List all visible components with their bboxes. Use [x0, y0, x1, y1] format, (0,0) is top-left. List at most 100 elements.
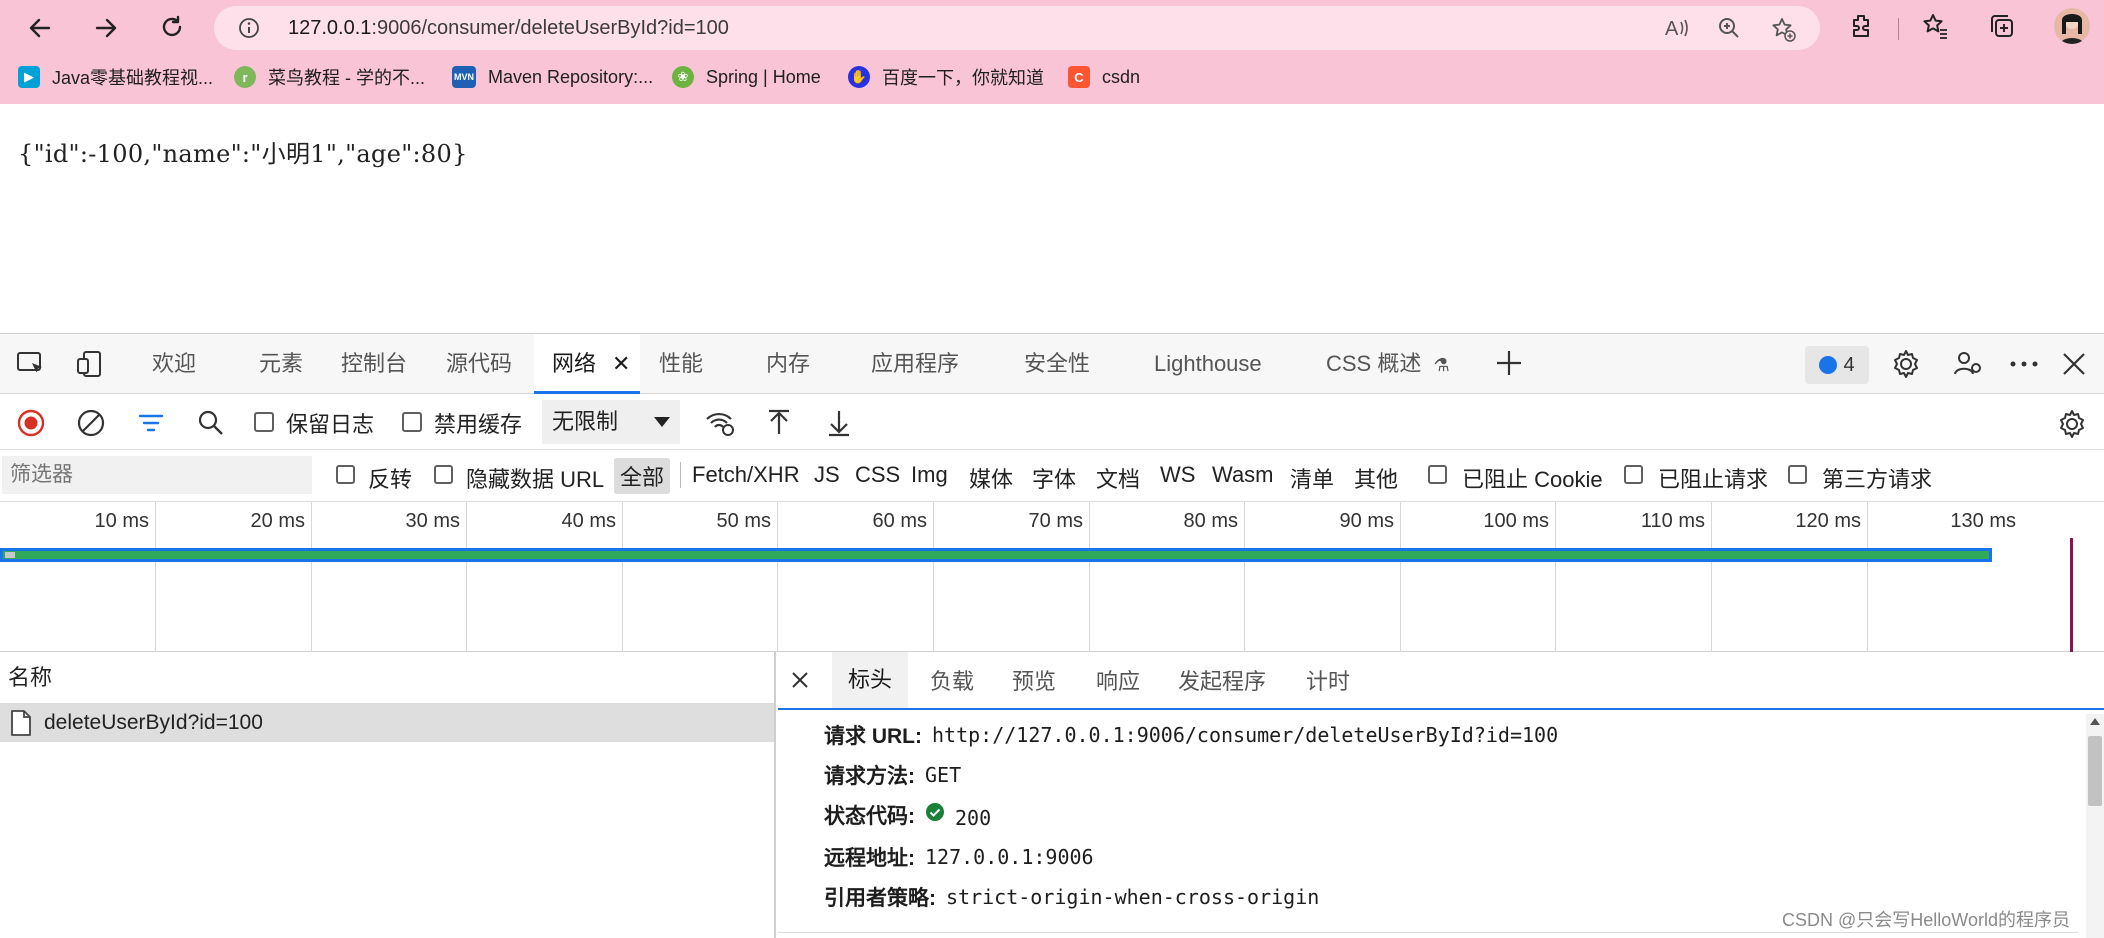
tab-css-overview-label: CSS 概述 [1326, 351, 1422, 376]
more-options-icon[interactable] [2008, 354, 2040, 374]
type-filter-fetch-xhr[interactable]: Fetch/XHR [692, 462, 800, 488]
type-filter-all[interactable]: 全部 [614, 458, 671, 494]
hide-data-url-checkbox[interactable] [434, 465, 453, 484]
type-filter-media[interactable]: 媒体 [969, 462, 1013, 494]
third-party-label: 第三方请求 [1822, 467, 1933, 492]
favorites-icon[interactable] [1921, 12, 1949, 40]
details-scrollbar[interactable] [2086, 714, 2104, 938]
tab-memory[interactable]: 内存 [766, 334, 810, 394]
tab-lighthouse[interactable]: Lighthouse [1154, 334, 1262, 394]
type-filter-wasm[interactable]: Wasm [1212, 462, 1274, 488]
preserve-log-checkbox[interactable] [254, 412, 274, 432]
bookmark-java[interactable]: ▶ Java零基础教程视... [18, 60, 213, 94]
timeline-gridline [1711, 502, 1712, 652]
filter-icon[interactable] [136, 408, 166, 438]
network-overview-timeline[interactable]: 10 ms 20 ms 30 ms 40 ms 50 ms 60 ms 70 ms 80 ms… [0, 502, 2104, 652]
bookmark-baidu[interactable]: ✋ 百度一下，你就知道 [848, 60, 1044, 94]
timeline-tick-label: 100 ms [1483, 510, 1549, 532]
header-key: 远程地址: [824, 847, 915, 870]
header-key: 状态代码: [824, 805, 915, 828]
record-stop-icon[interactable] [16, 408, 46, 438]
back-button[interactable] [18, 6, 62, 50]
issues-badge[interactable]: 4 [1805, 346, 1869, 384]
timeline-tick-label: 120 ms [1795, 510, 1861, 532]
network-settings-gear-icon[interactable] [2056, 408, 2088, 440]
tab-preview[interactable]: 预览 [1012, 664, 1056, 696]
tab-network[interactable]: 网络 ✕ [534, 334, 640, 394]
name-column-header[interactable]: 名称 [0, 652, 774, 704]
info-icon[interactable] [238, 17, 260, 39]
blocked-requests-checkbox[interactable] [1624, 465, 1643, 484]
tab-performance[interactable]: 性能 [659, 334, 703, 394]
blocked-cookies-checkbox[interactable] [1428, 465, 1447, 484]
url-path: :9006/consumer/deleteUserById?id=100 [371, 17, 729, 39]
address-bar[interactable]: 127.0.0.1:9006/consumer/deleteUserById?i… [214, 6, 1820, 50]
header-referrer-policy: 引用者策略: strict-origin-when-cross-origin [824, 882, 1319, 912]
forward-button[interactable] [84, 6, 128, 50]
close-details-icon[interactable] [790, 670, 810, 690]
settings-gear-icon[interactable] [1890, 348, 1922, 380]
runoob-icon: r [234, 66, 256, 88]
search-icon[interactable] [196, 408, 226, 438]
type-filter-other[interactable]: 其他 [1354, 462, 1398, 494]
header-key: 引用者策略: [824, 887, 936, 910]
type-filter-img[interactable]: Img [911, 462, 948, 488]
timeline-tick-label: 10 ms [94, 510, 149, 532]
header-value: http://127.0.0.1:9006/consumer/deleteUse… [932, 723, 1559, 747]
request-row[interactable]: deleteUserById?id=100 [0, 704, 774, 742]
tab-headers[interactable]: 标头 [832, 652, 909, 708]
collections-icon[interactable] [1988, 12, 2016, 40]
inspect-element-icon[interactable] [16, 350, 46, 378]
close-devtools-icon[interactable] [2060, 350, 2088, 378]
tab-application[interactable]: 应用程序 [871, 334, 959, 394]
timeline-tick-label: 30 ms [405, 510, 460, 532]
device-emulation-icon[interactable] [76, 350, 106, 378]
type-filter-doc[interactable]: 文档 [1096, 462, 1140, 494]
throttling-select[interactable]: 无限制 [542, 400, 680, 444]
bookmark-csdn[interactable]: C csdn [1068, 60, 1140, 94]
third-party-checkbox[interactable] [1788, 465, 1807, 484]
filter-input[interactable] [2, 456, 312, 494]
csdn-icon: C [1068, 66, 1090, 88]
disable-cache-checkbox[interactable] [402, 412, 422, 432]
scroll-up-icon[interactable] [2090, 718, 2100, 725]
close-tab-icon[interactable]: ✕ [612, 334, 630, 394]
read-aloud-icon[interactable]: A [1664, 16, 1690, 40]
tab-css-overview[interactable]: CSS 概述 ⚗ [1326, 334, 1450, 394]
type-filter-ws[interactable]: WS [1160, 462, 1195, 488]
zoom-icon[interactable] [1717, 16, 1741, 40]
bookmark-spring[interactable]: ❀ Spring | Home [672, 60, 821, 94]
export-har-icon[interactable] [824, 408, 854, 438]
tab-elements[interactable]: 元素 [259, 334, 303, 394]
bookmark-maven[interactable]: MVN Maven Repository:... [452, 60, 653, 94]
type-filter-manifest[interactable]: 清单 [1290, 462, 1334, 494]
clear-icon[interactable] [76, 408, 106, 438]
type-filter-font[interactable]: 字体 [1032, 462, 1076, 494]
tab-security[interactable]: 安全性 [1024, 334, 1090, 394]
import-har-icon[interactable] [764, 408, 794, 438]
type-filter-js[interactable]: JS [814, 462, 840, 488]
add-tab-icon[interactable] [1494, 348, 1524, 378]
invert-checkbox[interactable] [336, 465, 355, 484]
tab-timing[interactable]: 计时 [1306, 664, 1350, 696]
refresh-button[interactable] [150, 6, 194, 50]
header-request-url: 请求 URL: http://127.0.0.1:9006/consumer/d… [824, 720, 1558, 750]
customize-profile-icon[interactable] [1952, 348, 1984, 380]
tab-welcome[interactable]: 欢迎 [152, 334, 196, 394]
tab-sources[interactable]: 源代码 [446, 334, 512, 394]
tab-response[interactable]: 响应 [1096, 664, 1140, 696]
network-conditions-icon[interactable] [704, 408, 736, 438]
tab-console[interactable]: 控制台 [341, 334, 407, 394]
timeline-tick-label: 110 ms [1640, 510, 1705, 532]
bookmark-runoob[interactable]: r 菜鸟教程 - 学的不... [234, 60, 425, 94]
tab-payload[interactable]: 负载 [930, 664, 974, 696]
timeline-gridline [155, 502, 156, 652]
url-text[interactable]: 127.0.0.1:9006/consumer/deleteUserById?i… [288, 17, 729, 40]
type-filter-css[interactable]: CSS [855, 462, 900, 488]
tab-initiator[interactable]: 发起程序 [1178, 664, 1266, 696]
scrollbar-thumb[interactable] [2088, 736, 2102, 806]
extensions-icon[interactable] [1848, 12, 1876, 40]
browser-toolbar: 127.0.0.1:9006/consumer/deleteUserById?i… [0, 0, 2104, 104]
favorite-add-icon[interactable] [1770, 16, 1796, 42]
profile-avatar[interactable] [2054, 8, 2090, 44]
